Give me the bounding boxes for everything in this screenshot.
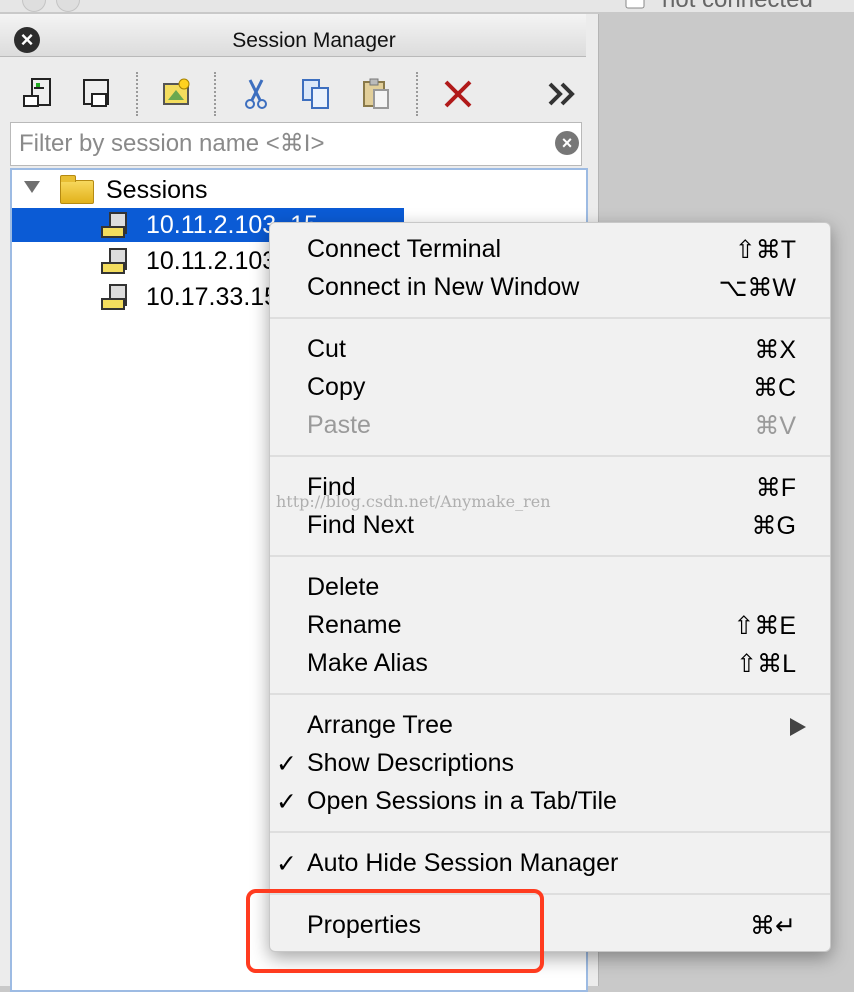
context-menu: Connect Terminal ⇧⌘T Connect in New Wind… xyxy=(269,222,831,952)
menu-separator xyxy=(270,555,830,557)
menu-item-label: Open Sessions in a Tab/Tile xyxy=(307,787,617,815)
connection-icon xyxy=(625,0,645,9)
menu-item-arrange-tree[interactable]: Arrange Tree xyxy=(270,706,830,744)
panel-title: Session Manager xyxy=(232,29,396,52)
session-label: 10.11.2.103 xyxy=(146,247,277,275)
session-filter-input[interactable] xyxy=(17,123,551,165)
connect-icon[interactable] xyxy=(18,74,58,114)
menu-item-shortcut: ⇧⌘L xyxy=(736,650,796,678)
menu-item-shortcut: ⌘↵ xyxy=(750,912,796,940)
menu-item-rename[interactable]: Rename ⇧⌘E xyxy=(270,606,830,644)
menu-item-label: Make Alias xyxy=(307,649,428,677)
checkmark-icon: ✓ xyxy=(276,850,297,878)
toolbar xyxy=(0,70,586,120)
window-close-dot[interactable] xyxy=(22,0,46,12)
session-label: 10.17.33.15 xyxy=(146,283,279,311)
menu-item-label: Auto Hide Session Manager xyxy=(307,849,619,877)
cut-icon[interactable] xyxy=(236,74,276,114)
menu-separator xyxy=(270,831,830,833)
disclosure-triangle-icon[interactable] xyxy=(24,181,40,193)
toolbar-separator xyxy=(416,72,418,116)
menu-item-connect-new-window[interactable]: Connect in New Window ⌥⌘W xyxy=(270,268,830,306)
properties-highlight-box xyxy=(246,889,544,973)
window-minimize-dot[interactable] xyxy=(56,0,80,12)
toolbar-separator xyxy=(214,72,216,116)
connect-new-window-icon[interactable] xyxy=(76,74,116,114)
menu-item-label: Arrange Tree xyxy=(307,711,453,739)
menu-separator xyxy=(270,693,830,695)
menu-item-copy[interactable]: Copy ⌘C xyxy=(270,368,830,406)
menu-item-label: Paste xyxy=(307,411,371,439)
menu-item-connect-terminal[interactable]: Connect Terminal ⇧⌘T xyxy=(270,230,830,268)
menu-item-paste: Paste ⌘V xyxy=(270,406,830,444)
menu-separator xyxy=(270,317,830,319)
checkmark-icon: ✓ xyxy=(276,750,297,778)
menu-item-find-next[interactable]: Find Next ⌘G xyxy=(270,506,830,544)
panel-title-bar: × Session Manager xyxy=(0,14,586,57)
tree-root-label: Sessions xyxy=(106,176,208,204)
checkmark-icon: ✓ xyxy=(276,788,297,816)
menu-item-cut[interactable]: Cut ⌘X xyxy=(270,330,830,368)
session-icon xyxy=(101,284,127,310)
submenu-arrow-icon xyxy=(790,718,806,736)
menu-item-show-descriptions[interactable]: ✓ Show Descriptions xyxy=(270,744,830,782)
delete-icon[interactable] xyxy=(438,74,478,114)
menu-item-auto-hide[interactable]: ✓ Auto Hide Session Manager xyxy=(270,844,830,882)
copy-icon[interactable] xyxy=(296,74,336,114)
clear-filter-icon[interactable]: × xyxy=(555,131,579,155)
folder-icon xyxy=(60,175,94,204)
menu-item-shortcut: ⌘F xyxy=(755,474,796,502)
toolbar-separator xyxy=(136,72,138,116)
menu-item-label: Delete xyxy=(307,573,380,601)
menu-item-shortcut: ⌘C xyxy=(752,374,796,402)
menu-item-make-alias[interactable]: Make Alias ⇧⌘L xyxy=(270,644,830,682)
menu-item-label: Rename xyxy=(307,611,402,639)
session-icon xyxy=(101,248,127,274)
new-session-icon[interactable] xyxy=(156,74,196,114)
menu-item-shortcut: ⇧⌘E xyxy=(733,612,796,640)
menu-separator xyxy=(270,455,830,457)
more-chevron-icon[interactable] xyxy=(542,74,582,114)
menu-item-label: Connect Terminal xyxy=(307,235,502,263)
menu-item-label: Show Descriptions xyxy=(307,749,515,777)
session-icon xyxy=(101,212,127,238)
menu-item-shortcut: ⌥⌘W xyxy=(718,274,796,302)
menu-item-open-sessions-tab[interactable]: ✓ Open Sessions in a Tab/Tile xyxy=(270,782,830,820)
paste-icon[interactable] xyxy=(356,74,396,114)
filter-field: × xyxy=(10,122,582,166)
menu-item-label: Cut xyxy=(307,335,346,363)
connection-status: not connected xyxy=(662,0,813,14)
watermark: http://blog.csdn.net/Anymake_ren xyxy=(276,492,551,511)
menu-item-label: Find Next xyxy=(307,511,414,539)
tree-root-sessions[interactable]: Sessions xyxy=(12,173,582,207)
menu-item-delete[interactable]: Delete xyxy=(270,568,830,606)
menu-item-shortcut: ⌘V xyxy=(754,412,796,440)
menu-item-label: Copy xyxy=(307,373,366,401)
menu-item-shortcut: ⌘G xyxy=(751,512,796,540)
menu-item-shortcut: ⇧⌘T xyxy=(734,236,796,264)
menu-item-label: Connect in New Window xyxy=(307,273,580,301)
menu-item-shortcut: ⌘X xyxy=(754,336,796,364)
